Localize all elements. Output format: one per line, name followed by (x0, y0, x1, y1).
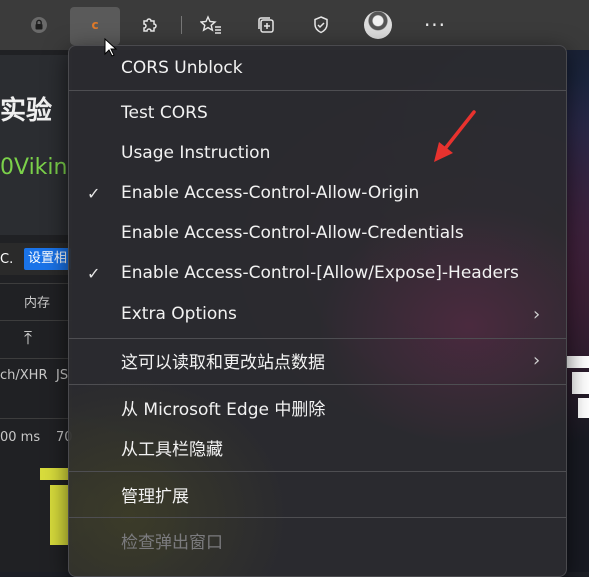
menu-item-allow-credentials[interactable]: Enable Access-Control-Allow-Credentials (69, 213, 566, 253)
collections-icon[interactable] (251, 10, 281, 40)
menu-item-label: Extra Options (121, 304, 237, 324)
menu-item-label: 检查弹出窗口 (121, 532, 223, 553)
cors-extension-icon[interactable]: c (80, 10, 110, 40)
menu-item-cors-unblock[interactable]: CORS Unblock (69, 48, 566, 88)
devtools-partial-text: C. (0, 252, 14, 267)
menu-item-label: 从 Microsoft Edge 中删除 (121, 399, 326, 420)
page-green-text: 0Vikin (0, 155, 68, 180)
menu-item-test-cors[interactable]: Test CORS (69, 93, 566, 133)
memory-tab[interactable]: 内存 (24, 292, 50, 311)
menu-separator (69, 338, 566, 339)
divider (0, 283, 72, 284)
menu-item-label: Test CORS (121, 103, 208, 123)
menu-item-label: 这可以读取和更改站点数据 (121, 352, 325, 373)
menu-item-inspect-popup: 检查弹出窗口 (69, 520, 566, 560)
timeline-label: 00 ms (0, 430, 41, 445)
favorites-icon[interactable] (196, 10, 226, 40)
page-header-area (0, 55, 72, 235)
divider (0, 418, 72, 419)
chevron-right-icon: › (533, 349, 541, 371)
puzzle-icon[interactable] (135, 10, 165, 40)
divider (0, 358, 72, 359)
decorative-pixel (50, 485, 68, 545)
menu-item-label: Enable Access-Control-[Allow/Expose]-Hea… (121, 263, 519, 283)
checkmark-icon: ✓ (87, 263, 101, 283)
menu-item-label: Usage Instruction (121, 143, 271, 163)
menu-item-label: 从工具栏隐藏 (121, 439, 223, 460)
decorative-pixel (572, 372, 589, 394)
lock-icon[interactable] (24, 10, 54, 40)
menu-item-label: Enable Access-Control-Allow-Credentials (121, 223, 464, 243)
toolbar-divider (181, 16, 182, 34)
menu-separator (69, 471, 566, 472)
menu-item-label: CORS Unblock (121, 58, 243, 78)
more-icon[interactable]: ··· (420, 10, 450, 40)
upload-icon[interactable]: ⤒ (24, 328, 32, 349)
page-heading: 实验 (0, 96, 53, 126)
browser-essentials-icon[interactable] (306, 10, 336, 40)
menu-item-allow-origin[interactable]: ✓ Enable Access-Control-Allow-Origin (69, 173, 566, 213)
menu-item-allow-expose-headers[interactable]: ✓ Enable Access-Control-[Allow/Expose]-H… (69, 253, 566, 293)
decorative-pixel (40, 468, 68, 480)
menu-item-label: 管理扩展 (121, 486, 189, 507)
checkmark-icon: ✓ (87, 183, 101, 203)
chevron-right-icon: › (533, 303, 541, 325)
divider (0, 320, 72, 321)
decorative-pixel (578, 398, 589, 418)
menu-item-hide-from-toolbar[interactable]: 从工具栏隐藏 (69, 427, 566, 467)
menu-item-site-access[interactable]: 这可以读取和更改站点数据 › (69, 340, 566, 380)
decorative-pixel (567, 356, 589, 368)
annotation-arrow-icon (434, 110, 476, 162)
menu-item-extra-options[interactable]: Extra Options › (69, 294, 566, 334)
menu-separator (69, 90, 566, 91)
profile-avatar[interactable] (364, 11, 392, 39)
menu-item-usage-instruction[interactable]: Usage Instruction (69, 133, 566, 173)
menu-separator (69, 517, 566, 518)
extension-context-menu: CORS Unblock Test CORS Usage Instruction… (68, 45, 567, 577)
filter-js[interactable]: JS (56, 368, 68, 383)
menu-item-manage-extensions[interactable]: 管理扩展 (69, 474, 566, 514)
mouse-cursor-icon (104, 38, 118, 57)
menu-separator (69, 384, 566, 385)
browser-toolbar: c ··· (0, 0, 589, 50)
menu-item-label: Enable Access-Control-Allow-Origin (121, 183, 420, 203)
devtools-settings-button[interactable]: 设置相 (24, 248, 72, 270)
menu-item-remove-from-edge[interactable]: 从 Microsoft Edge 中删除 (69, 387, 566, 427)
filter-xhr[interactable]: ch/XHR (0, 368, 47, 383)
